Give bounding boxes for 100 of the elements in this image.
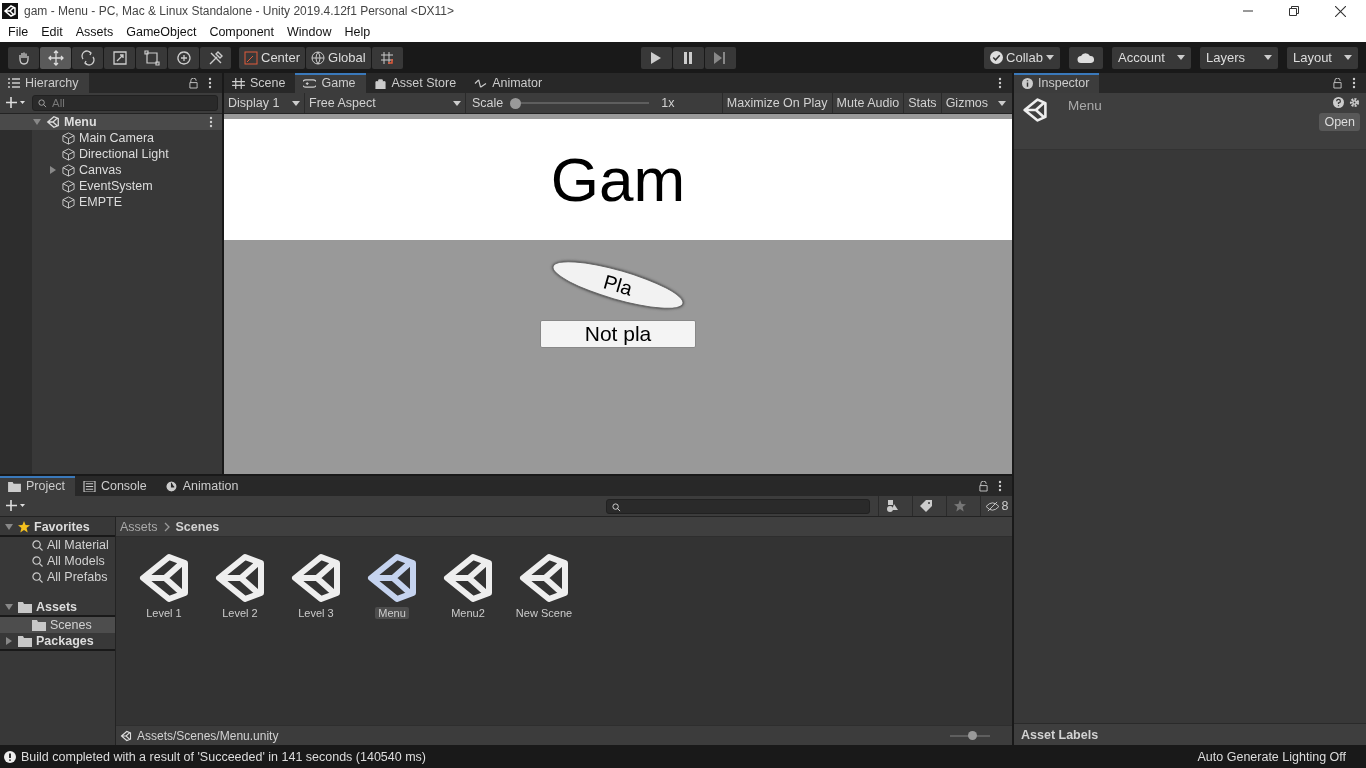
account-dropdown[interactable]: Account <box>1111 46 1191 69</box>
shapes-icon <box>885 500 898 512</box>
asset-path: Assets/Scenes/Menu.unity <box>137 728 279 743</box>
star-icon <box>953 500 966 512</box>
search-field[interactable] <box>606 498 870 514</box>
cloud-icon <box>1076 51 1095 64</box>
tool-button[interactable] <box>8 46 39 69</box>
tool-button[interactable] <box>200 46 231 69</box>
scale-label: Scale <box>471 96 505 110</box>
asset-name[interactable]: New Scene <box>512 607 576 619</box>
quit-game-button[interactable]: Not pla <box>540 320 696 348</box>
tool-button[interactable] <box>168 46 199 69</box>
hierarchy-item[interactable]: Canvas <box>0 162 222 178</box>
asset-name[interactable]: Level 2 <box>219 607 261 619</box>
cloud-button[interactable] <box>1068 46 1103 69</box>
tool-button[interactable] <box>136 46 167 69</box>
tree-item[interactable]: All Material <box>0 537 115 553</box>
panel-tab[interactable]: Animator <box>466 73 553 93</box>
menu-item[interactable]: Assets <box>75 25 114 39</box>
pivot-button[interactable]: Center <box>239 46 306 69</box>
eye-slash-icon <box>984 500 1000 512</box>
asset-name[interactable]: Menu <box>375 607 409 619</box>
open-button[interactable]: Open <box>1319 113 1360 131</box>
hierarchy-item[interactable]: Main Camera <box>0 130 222 146</box>
caret-icon[interactable] <box>998 100 1006 106</box>
star-icon <box>18 521 30 533</box>
panel-tab[interactable]: Project <box>0 476 75 496</box>
more-options-icon[interactable] <box>209 116 213 128</box>
menu-item[interactable]: Window <box>287 25 332 39</box>
aspect-dropdown[interactable]: Free Aspect <box>305 93 466 113</box>
asset-labels-header: Asset Labels <box>1021 727 1099 742</box>
breadcrumb-item[interactable]: Assets <box>120 519 158 534</box>
panel-tab[interactable]: Console <box>74 476 157 496</box>
pivot-icon <box>244 50 258 65</box>
toolbar-toggle[interactable]: Gizmos <box>940 93 992 113</box>
asset-name[interactable]: Menu2 <box>448 607 488 619</box>
toolbar-toggle[interactable]: Stats <box>903 93 941 113</box>
search-field[interactable]: All <box>32 95 218 111</box>
hierarchy-tab[interactable]: Hierarchy <box>0 73 89 93</box>
more-options-icon[interactable] <box>998 480 1002 492</box>
toolbar-toggle[interactable]: Maximize On Play <box>721 93 832 113</box>
breadcrumb-item[interactable]: Scenes <box>175 519 220 534</box>
panel-tab[interactable]: Asset Store <box>365 73 467 93</box>
more-options-icon[interactable] <box>1352 77 1356 89</box>
tool-button[interactable] <box>40 46 71 69</box>
more-options-icon[interactable] <box>208 77 212 89</box>
layout-dropdown[interactable]: Layout <box>1286 46 1358 69</box>
folder-icon <box>18 601 32 613</box>
play-button[interactable] <box>640 46 672 69</box>
tree-item[interactable]: All Prefabs <box>0 569 115 585</box>
tree-item[interactable]: Favorites <box>0 519 115 537</box>
layers-dropdown[interactable]: Layers <box>1199 46 1278 69</box>
lock-icon[interactable] <box>189 77 198 89</box>
collab-button[interactable]: Collab <box>984 46 1060 69</box>
menu-item[interactable]: GameObject <box>126 25 197 39</box>
add-icon[interactable] <box>6 500 26 512</box>
caret-icon <box>1176 55 1185 60</box>
hierarchy-item[interactable]: EventSystem <box>0 178 222 194</box>
tool-button[interactable] <box>104 46 135 69</box>
caret-icon <box>453 100 461 106</box>
menu-item[interactable]: Edit <box>41 25 63 39</box>
scene-row[interactable]: Menu <box>0 114 222 130</box>
menu-item[interactable]: File <box>8 25 29 39</box>
toolbar-toggle[interactable]: Mute Audio <box>831 93 904 113</box>
display-dropdown[interactable]: Display 1 <box>224 93 305 113</box>
expand-arrow-icon[interactable] <box>4 523 14 531</box>
step-button[interactable] <box>704 46 736 69</box>
add-icon[interactable] <box>6 97 26 109</box>
folder-icon <box>32 619 46 631</box>
panel-tab[interactable]: Game <box>295 73 366 93</box>
panel-tab[interactable]: Scene <box>224 73 296 93</box>
snap-button[interactable] <box>371 46 403 69</box>
tree-item[interactable]: All Models <box>0 553 115 569</box>
expand-arrow-icon[interactable] <box>32 118 42 126</box>
hierarchy-item[interactable]: EMPTE <box>0 194 222 210</box>
expand-arrow-icon[interactable] <box>49 166 57 174</box>
help-icon[interactable] <box>1333 97 1344 108</box>
close-icon[interactable] <box>1335 5 1346 17</box>
menu-item[interactable]: Help <box>344 25 371 39</box>
restore-icon[interactable] <box>1289 6 1299 16</box>
tree-item[interactable]: Packages <box>0 633 115 651</box>
pause-button[interactable] <box>672 46 704 69</box>
expand-arrow-icon[interactable] <box>4 637 14 645</box>
menu-item[interactable]: Component <box>209 25 274 39</box>
more-options-icon[interactable] <box>998 77 1002 89</box>
tool-button[interactable] <box>72 46 103 69</box>
unity-scene-icon[interactable] <box>367 553 417 603</box>
hierarchy-item[interactable]: Directional Light <box>0 146 222 162</box>
settings-icon[interactable] <box>1349 97 1360 108</box>
caret-icon <box>1045 55 1054 60</box>
inspector-tab[interactable]: Inspector <box>1014 73 1100 93</box>
hidden-packages-button[interactable]: 8 <box>980 496 1012 516</box>
asset-name[interactable]: Level 3 <box>295 607 337 619</box>
rotation-button[interactable]: Global <box>306 46 371 69</box>
panel-tab[interactable]: Animation <box>156 476 249 496</box>
tree-item[interactable]: Scenes <box>0 617 115 633</box>
asset-name[interactable]: Level 1 <box>143 607 185 619</box>
lock-icon[interactable] <box>979 480 988 492</box>
expand-arrow-icon[interactable] <box>4 603 14 611</box>
lock-icon[interactable] <box>1333 77 1342 89</box>
